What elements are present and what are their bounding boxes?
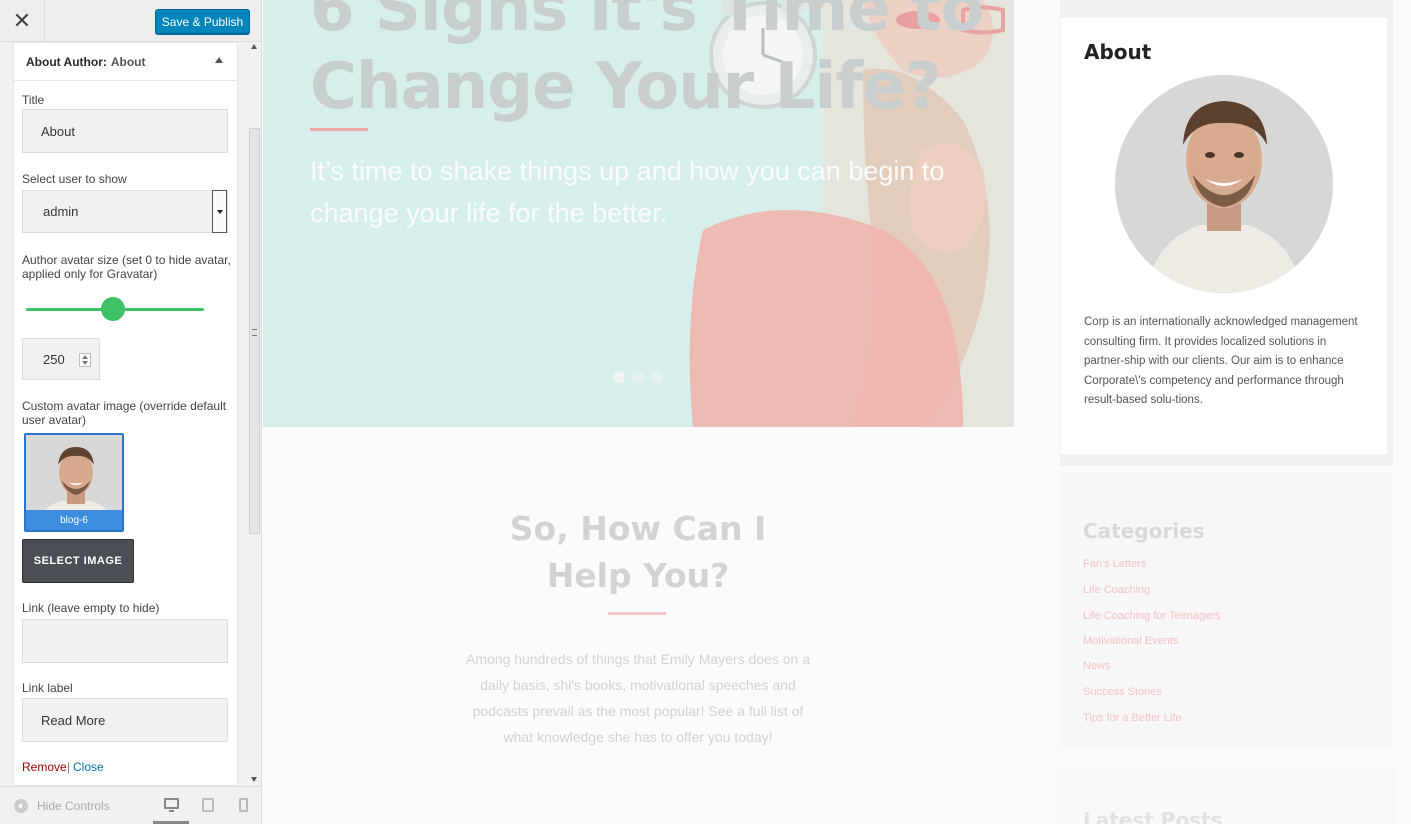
about-author-avatar bbox=[1115, 75, 1333, 293]
link-text-label: Link label bbox=[22, 681, 73, 695]
user-select[interactable]: admin bbox=[22, 190, 228, 233]
avatar-size-input[interactable]: 250 bbox=[22, 338, 100, 380]
title-label: Title bbox=[22, 93, 45, 107]
latest-posts-title: Latest Posts bbox=[1083, 808, 1223, 824]
collapse-arrow-icon[interactable] bbox=[215, 57, 223, 63]
about-widget: About Corp is an internationally acknowl… bbox=[1060, 0, 1393, 466]
category-link[interactable]: Life Coaching bbox=[1083, 584, 1150, 596]
scroll-down-icon[interactable] bbox=[251, 777, 257, 782]
hero-title: 6 Signs It's Time to Change Your Life? bbox=[310, 0, 985, 124]
mobile-preview-icon[interactable] bbox=[239, 798, 248, 812]
grip-icon bbox=[252, 329, 257, 336]
hero-subtitle: It’s time to shake things up and how you… bbox=[310, 156, 945, 228]
category-link[interactable]: News bbox=[1083, 660, 1111, 672]
slider-dot-2[interactable] bbox=[632, 371, 644, 383]
author-photo bbox=[1115, 75, 1333, 293]
category-link[interactable]: Success Stories bbox=[1083, 686, 1162, 698]
remove-link[interactable]: Remove bbox=[22, 760, 67, 774]
action-separator: | bbox=[67, 760, 71, 774]
sidebar-footer: Hide Controls bbox=[0, 786, 261, 824]
sidebar-scrollbar[interactable] bbox=[248, 42, 261, 786]
custom-avatar-label: Custom avatar image (override default us… bbox=[22, 399, 227, 427]
category-link[interactable]: Tips for a Better Life bbox=[1083, 712, 1182, 724]
avatar-size-value: 250 bbox=[43, 351, 65, 367]
widget-instance-title: About bbox=[110, 54, 146, 69]
category-link[interactable]: Motivational Events bbox=[1083, 635, 1178, 647]
slider-dot-3[interactable] bbox=[651, 371, 663, 383]
link-input[interactable] bbox=[22, 619, 228, 663]
widget-type-label: About Author: bbox=[26, 54, 107, 69]
custom-avatar-thumbnail[interactable]: blog-6 bbox=[24, 433, 124, 532]
save-publish-button[interactable]: Save & Publish bbox=[155, 9, 250, 34]
select-image-button[interactable]: SELECT IMAGE bbox=[22, 539, 134, 583]
help-section-text: Among hundreds of things that Emily Maye… bbox=[466, 651, 810, 745]
category-link[interactable]: Fan's Letters bbox=[1083, 558, 1146, 570]
widget-panel: About Author: About Title About Select u… bbox=[13, 42, 238, 786]
categories-widget: Categories Fan's Letters Life Coaching L… bbox=[1060, 472, 1393, 748]
scroll-up-icon[interactable] bbox=[251, 44, 257, 49]
category-link[interactable]: Life Coaching for Teenagers bbox=[1083, 610, 1220, 622]
latest-posts-widget: Latest Posts bbox=[1060, 768, 1393, 824]
hide-controls-button[interactable]: Hide Controls bbox=[37, 799, 110, 813]
avatar-filename: blog-6 bbox=[26, 510, 122, 530]
user-select-value: admin bbox=[43, 204, 79, 219]
number-spinner-icon[interactable] bbox=[79, 353, 91, 367]
title-input[interactable]: About bbox=[22, 109, 228, 153]
site-preview: 6 Signs It's Time to Change Your Life? I… bbox=[262, 0, 1411, 824]
help-divider bbox=[608, 612, 666, 615]
about-widget-card: About Corp is an internationally acknowl… bbox=[1061, 18, 1387, 454]
customizer-sidebar: ✕ Save & Publish About Author: About Tit… bbox=[0, 0, 262, 824]
hero-slider: 6 Signs It's Time to Change Your Life? I… bbox=[263, 0, 1014, 427]
tablet-preview-icon[interactable] bbox=[202, 798, 214, 812]
close-icon[interactable]: ✕ bbox=[0, 0, 45, 42]
categories-title: Categories bbox=[1083, 519, 1205, 543]
close-link[interactable]: Close bbox=[73, 760, 104, 774]
sidebar-scroll-area: About Author: About Title About Select u… bbox=[0, 42, 261, 786]
chevron-down-icon[interactable] bbox=[212, 190, 227, 233]
help-section-title: So, How Can I Help You? bbox=[509, 509, 767, 595]
collapse-arrow-circle-icon[interactable] bbox=[14, 799, 28, 813]
link-text-input[interactable]: Read More bbox=[22, 698, 228, 742]
link-label: Link (leave empty to hide) bbox=[22, 601, 160, 615]
hero-divider bbox=[310, 128, 368, 131]
widget-header[interactable]: About Author: About bbox=[14, 43, 237, 81]
slider-dot-1[interactable] bbox=[613, 371, 625, 383]
sidebar-header: ✕ Save & Publish bbox=[0, 0, 261, 42]
desktop-preview-icon[interactable] bbox=[164, 798, 179, 812]
avatar-size-slider-thumb[interactable] bbox=[101, 297, 125, 321]
user-select-label: Select user to show bbox=[22, 172, 127, 186]
avatar-size-label: Author avatar size (set 0 to hide avatar… bbox=[22, 253, 231, 281]
about-widget-title: About bbox=[1084, 40, 1152, 64]
scrollbar-thumb[interactable] bbox=[249, 128, 260, 534]
about-widget-text: Corp is an internationally acknowledged … bbox=[1084, 316, 1358, 407]
